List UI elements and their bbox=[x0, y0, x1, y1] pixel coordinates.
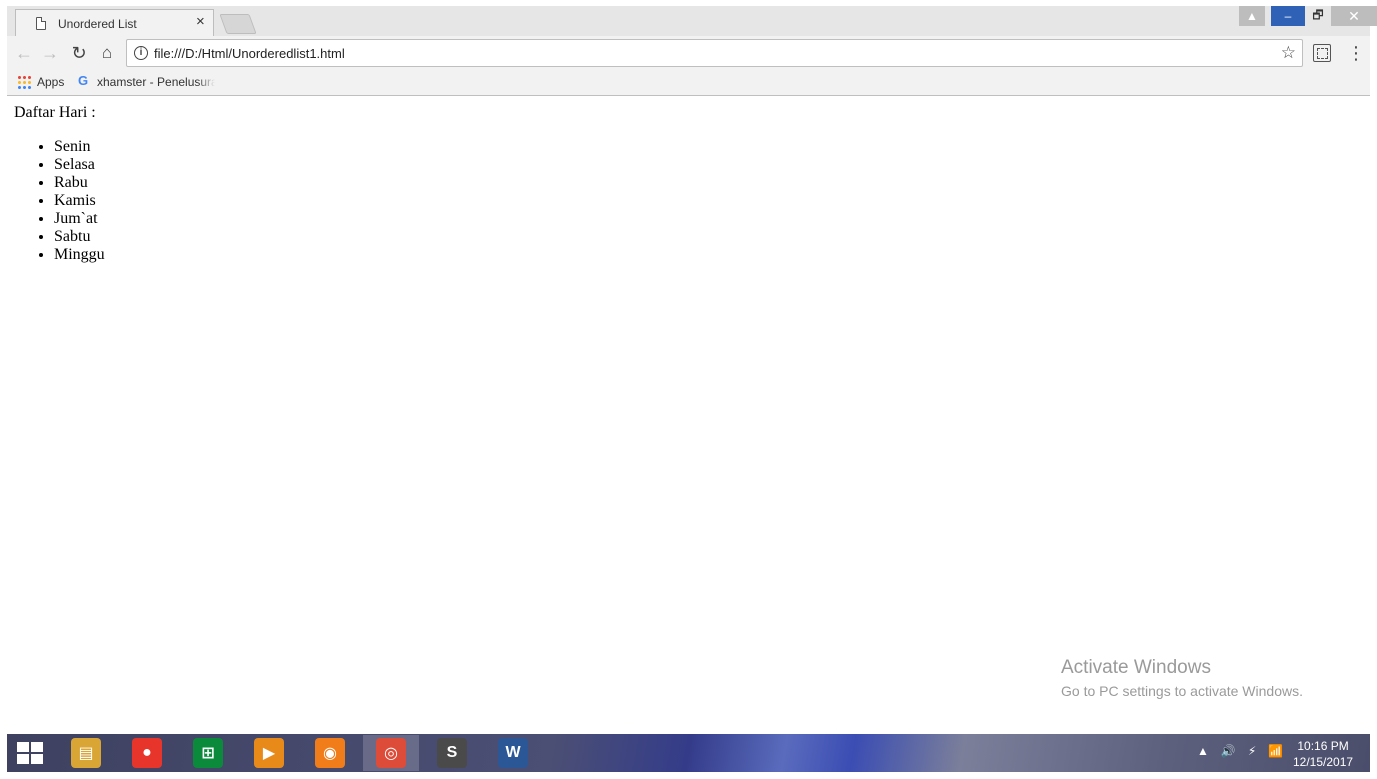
profile-button[interactable]: ▲ bbox=[1239, 6, 1265, 26]
google-icon: G bbox=[78, 73, 89, 88]
home-button[interactable]: ⌂ bbox=[96, 42, 118, 64]
forward-button[interactable]: → bbox=[39, 42, 61, 64]
bookmark-star-icon[interactable]: ☆ bbox=[1281, 43, 1296, 63]
document-icon bbox=[36, 17, 46, 30]
windows-logo-icon bbox=[31, 754, 43, 764]
volume-icon[interactable]: 🔊 bbox=[1221, 744, 1236, 758]
tab-title: Unordered List bbox=[58, 17, 137, 31]
clock[interactable]: 10:16 PM 12/15/2017 bbox=[1293, 738, 1353, 770]
list-item: Jum`at bbox=[54, 210, 105, 228]
windows-logo-icon bbox=[17, 742, 29, 752]
browser-toolbar: ← → ↻ ⌂ i file:///D:/Html/Unorderedlist1… bbox=[7, 36, 1370, 70]
tab-close-button[interactable]: × bbox=[196, 14, 205, 29]
taskbar-app-button[interactable]: ⊞ bbox=[180, 735, 236, 771]
info-icon[interactable]: i bbox=[134, 46, 148, 60]
list-item: Sabtu bbox=[54, 228, 105, 246]
taskbar-app-button[interactable]: ● bbox=[119, 735, 175, 771]
page-heading: Daftar Hari : bbox=[14, 104, 96, 121]
taskbar-app-button[interactable]: W bbox=[485, 735, 541, 771]
list-item: Senin bbox=[54, 138, 105, 156]
bookmark-item[interactable]: xhamster - Penelusuran bbox=[97, 75, 215, 89]
battery-icon[interactable]: ⚡ bbox=[1248, 744, 1256, 758]
address-bar[interactable]: i file:///D:/Html/Unorderedlist1.html ☆ bbox=[126, 39, 1303, 67]
list-item: Kamis bbox=[54, 192, 105, 210]
reload-button[interactable]: ↻ bbox=[68, 42, 90, 64]
browser-tab[interactable]: Unordered List × bbox=[15, 9, 214, 37]
taskbar-app-button[interactable]: ▶ bbox=[241, 735, 297, 771]
start-button[interactable] bbox=[17, 742, 43, 764]
system-tray: ▲ 🔊 ⚡ 📶 bbox=[1197, 744, 1283, 758]
list-item: Minggu bbox=[54, 246, 105, 264]
minimize-button[interactable]: – bbox=[1271, 6, 1305, 26]
sublime-text-icon: S bbox=[437, 738, 467, 768]
taskbar-app-button[interactable]: S bbox=[424, 735, 480, 771]
store-icon: ⊞ bbox=[193, 738, 223, 768]
day-list: Senin Selasa Rabu Kamis Jum`at Sabtu Min… bbox=[54, 138, 105, 264]
taskbar-app-button[interactable]: ◎ bbox=[363, 735, 419, 771]
extension-icon[interactable] bbox=[1313, 44, 1331, 62]
paw-app-icon: ● bbox=[132, 738, 162, 768]
network-icon[interactable]: 📶 bbox=[1268, 744, 1283, 758]
person-icon: ▲ bbox=[1246, 9, 1258, 23]
video-player-icon: ▶ bbox=[254, 738, 284, 768]
restore-button[interactable]: 🗗 bbox=[1305, 6, 1331, 26]
word-icon: W bbox=[498, 738, 528, 768]
clock-date: 12/15/2017 bbox=[1293, 755, 1354, 769]
watermark-subtitle: Go to PC settings to activate Windows. bbox=[1061, 683, 1303, 699]
taskbar-app-button[interactable]: ▤ bbox=[58, 735, 114, 771]
list-item: Selasa bbox=[54, 156, 105, 174]
activation-watermark: Activate Windows Go to PC settings to ac… bbox=[1061, 657, 1303, 699]
taskbar: ▤ ● ⊞ ▶ ◉ ◎ S W ▲ 🔊 ⚡ 📶 10:16 PM 12/15/2017 bbox=[7, 734, 1370, 772]
taskbar-app-button[interactable]: ◉ bbox=[302, 735, 358, 771]
file-explorer-icon: ▤ bbox=[71, 738, 101, 768]
close-window-button[interactable]: ✕ bbox=[1331, 6, 1377, 26]
chrome-icon: ◎ bbox=[376, 738, 406, 768]
new-tab-button[interactable] bbox=[219, 14, 257, 34]
list-item: Rabu bbox=[54, 174, 105, 192]
clock-time: 10:16 PM bbox=[1297, 739, 1349, 753]
uc-browser-icon: ◉ bbox=[315, 738, 345, 768]
tab-strip: Unordered List × ▲ – 🗗 ✕ bbox=[7, 6, 1377, 37]
url-text[interactable]: file:///D:/Html/Unorderedlist1.html bbox=[154, 46, 345, 61]
apps-bookmark[interactable]: Apps bbox=[37, 75, 64, 89]
menu-button[interactable]: ⋮ bbox=[1347, 42, 1365, 64]
windows-logo-icon bbox=[17, 754, 29, 764]
windows-logo-icon bbox=[31, 742, 43, 752]
back-button[interactable]: ← bbox=[13, 42, 35, 64]
bookmarks-bar: Apps G xhamster - Penelusuran bbox=[7, 70, 1370, 96]
page-content: Daftar Hari : Senin Selasa Rabu Kamis Ju… bbox=[0, 97, 1370, 733]
apps-grid-icon[interactable] bbox=[17, 75, 31, 89]
show-hidden-icons-icon[interactable]: ▲ bbox=[1197, 744, 1209, 758]
watermark-title: Activate Windows bbox=[1061, 657, 1211, 678]
